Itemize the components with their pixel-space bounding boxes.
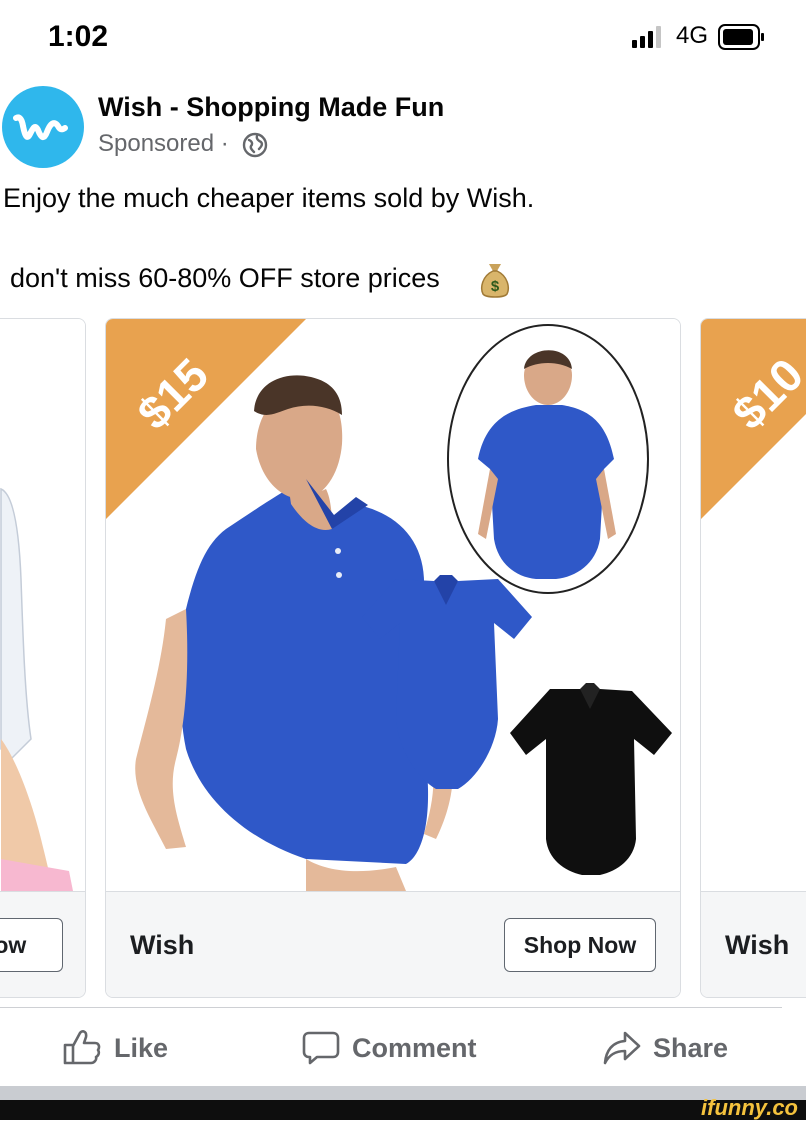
like-button[interactable]: Like <box>62 1030 168 1066</box>
card-footer: Now <box>0 891 85 997</box>
shop-now-button-previous[interactable]: Now <box>0 918 63 972</box>
status-time: 1:02 <box>48 20 109 53</box>
page-name[interactable]: Wish - Shopping Made Fun <box>98 92 444 123</box>
globe-icon <box>242 132 268 158</box>
card-footer: Wish Shop Now <box>106 891 680 997</box>
share-arrow-icon <box>603 1031 641 1065</box>
card-brand-next: Wish <box>725 930 790 960</box>
thumbs-up-icon <box>63 1030 101 1065</box>
product-image-main: $15 <box>106 319 680 891</box>
money-bag-icon: $ <box>481 264 509 298</box>
divider <box>0 1007 782 1008</box>
product-image-previous <box>0 319 85 891</box>
page-avatar[interactable] <box>2 86 84 168</box>
ifunny-watermark: ifunny.co <box>701 1095 798 1120</box>
like-label: Like <box>114 1032 169 1063</box>
carousel-card-previous[interactable]: Now <box>0 318 86 998</box>
carousel-card-next[interactable]: $10 Wish <box>700 318 806 998</box>
comment-button[interactable]: Comment <box>302 1030 477 1066</box>
product-image-next: $10 <box>701 319 806 891</box>
feed-separator <box>0 1086 806 1100</box>
post-caption-line2: don't miss 60-80% OFF store prices <box>10 263 440 293</box>
sponsored-label: Sponsored · <box>98 130 229 157</box>
battery-icon <box>718 24 764 50</box>
shop-now-button[interactable]: Shop Now <box>504 918 656 972</box>
signal-icon <box>632 26 661 48</box>
carousel-card-main[interactable]: $15 Wish Shop Now <box>105 318 681 998</box>
card-brand: Wish <box>130 930 195 960</box>
share-label: Share <box>653 1032 729 1063</box>
post-caption-line1: Enjoy the much cheaper items sold by Wis… <box>3 183 535 213</box>
speech-bubble-icon <box>302 1031 340 1065</box>
comment-label: Comment <box>352 1032 477 1063</box>
card-footer: Wish <box>701 891 806 997</box>
share-button[interactable]: Share <box>603 1030 728 1066</box>
network-type: 4G <box>676 22 709 49</box>
watermark-bar <box>0 1100 806 1120</box>
wish-logo-icon <box>13 114 68 140</box>
svg-text:$: $ <box>491 278 500 295</box>
